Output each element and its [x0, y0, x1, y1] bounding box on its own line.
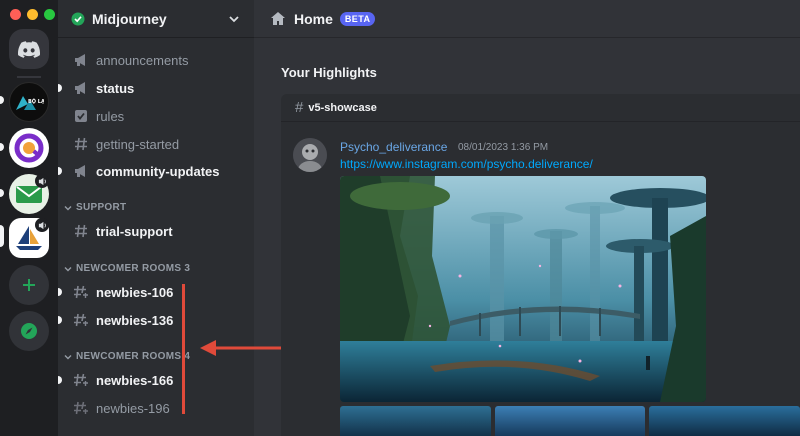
channel-label: announcements — [96, 52, 189, 68]
megaphone-icon — [72, 51, 90, 69]
unread-indicator — [58, 167, 62, 175]
category-newcomer-rooms-4[interactable]: NEWCOMER ROOMS 4 — [64, 351, 190, 362]
channel-announcements[interactable]: announcements — [66, 47, 248, 73]
close-window-button[interactable] — [10, 9, 21, 20]
annotation-arrow-icon — [200, 340, 286, 356]
compass-icon — [21, 323, 37, 339]
channel-label: trial-support — [96, 223, 173, 239]
bo-lac-logo-icon: BỘ LẠC — [16, 96, 44, 110]
megaphone-icon — [72, 79, 90, 97]
unread-indicator — [58, 288, 62, 296]
discord-logo-icon — [18, 40, 40, 58]
threads-hash-icon — [72, 283, 90, 301]
home-icon — [271, 12, 285, 25]
message-author[interactable]: Psycho_deliverance — [340, 140, 447, 154]
unread-pill — [0, 143, 4, 151]
channel-label: newbies-166 — [96, 372, 174, 388]
threads-hash-icon — [72, 399, 90, 417]
q-logo-icon — [14, 133, 44, 163]
channel-community-updates[interactable]: community-updates — [58, 158, 248, 184]
verified-badge-icon — [71, 12, 85, 25]
hash-icon — [72, 135, 90, 153]
channel-newbies-166[interactable]: newbies-166 — [58, 367, 248, 393]
unread-pill — [0, 96, 4, 104]
card-channel-header[interactable]: # v5-showcase — [281, 94, 800, 122]
plus-icon — [23, 279, 35, 291]
svg-text:BỘ LẠC: BỘ LẠC — [28, 98, 44, 105]
channel-label: newbies-136 — [96, 312, 174, 328]
hash-icon — [72, 222, 90, 240]
channel-newbies-136[interactable]: newbies-136 — [58, 307, 248, 333]
threads-hash-icon — [72, 371, 90, 389]
channel-newbies-106[interactable]: newbies-106 — [58, 279, 248, 305]
unread-indicator — [58, 84, 62, 92]
channel-label: newbies-106 — [96, 284, 174, 300]
chevron-down-icon — [229, 16, 239, 23]
top-bar: Home BETA — [254, 0, 800, 38]
window-controls — [10, 9, 55, 20]
message-link[interactable]: https://www.instagram.com/psycho.deliver… — [340, 157, 593, 171]
voice-speaker-icon — [35, 218, 49, 232]
page-title: Home — [294, 10, 333, 27]
chevron-down-icon — [64, 266, 72, 271]
category-newcomer-rooms-3[interactable]: NEWCOMER ROOMS 3 — [64, 263, 190, 274]
explore-servers-button[interactable] — [9, 311, 49, 351]
server-icon-bo-lac[interactable]: BỘ LẠC — [9, 82, 49, 122]
avatar[interactable] — [293, 138, 327, 172]
server-header[interactable]: Midjourney — [58, 0, 254, 38]
category-label: NEWCOMER ROOMS 3 — [76, 263, 191, 274]
megaphone-icon — [72, 162, 90, 180]
beta-badge: BETA — [339, 11, 376, 26]
chevron-down-icon — [64, 354, 72, 359]
server-icon-q[interactable] — [9, 128, 49, 168]
thumbnail-image[interactable] — [649, 406, 800, 436]
channel-label: getting-started — [96, 136, 180, 152]
thumbnail-image[interactable] — [340, 406, 491, 436]
zoom-window-button[interactable] — [44, 9, 55, 20]
section-title: Your Highlights — [281, 65, 377, 80]
channel-label: rules — [96, 108, 125, 124]
channel-label: newbies-196 — [96, 400, 170, 416]
minimize-window-button[interactable] — [27, 9, 38, 20]
unread-indicator — [58, 376, 62, 384]
channel-trial-support[interactable]: trial-support — [66, 218, 248, 244]
selected-pill — [0, 225, 4, 247]
channel-sidebar: Midjourney INFO announcements status rul… — [58, 0, 254, 436]
server-name: Midjourney — [92, 10, 167, 27]
channel-newbies-196[interactable]: newbies-196 — [66, 395, 248, 421]
channel-label: status — [96, 80, 135, 96]
add-server-button[interactable] — [9, 265, 49, 305]
hash-icon: # — [295, 99, 304, 116]
threads-hash-icon — [72, 311, 90, 329]
server-rail: BỘ LẠC — [0, 0, 58, 436]
category-label: SUPPORT — [76, 202, 127, 213]
rail-separator — [17, 76, 41, 78]
channel-getting-started[interactable]: getting-started — [66, 131, 248, 157]
highlight-card: # v5-showcase Psycho_deliverance 08/01/2… — [281, 94, 800, 436]
thumbnail-image[interactable] — [494, 406, 646, 436]
channel-label: community-updates — [96, 163, 220, 179]
unread-pill — [0, 189, 4, 197]
voice-speaker-icon — [35, 174, 49, 188]
attachment-image[interactable] — [340, 176, 706, 402]
channel-rules[interactable]: rules — [66, 103, 248, 129]
attachment-thumbnails — [340, 406, 800, 436]
discord-home-button[interactable] — [9, 29, 49, 69]
category-support[interactable]: SUPPORT — [64, 202, 126, 213]
annotation-bracket-line — [182, 284, 185, 414]
card-channel-name: v5-showcase — [308, 101, 377, 114]
chevron-down-icon — [64, 205, 72, 210]
checkbox-icon — [72, 107, 90, 125]
channel-status[interactable]: status — [58, 75, 248, 101]
message-timestamp: 08/01/2023 1:36 PM — [458, 142, 549, 153]
category-label: NEWCOMER ROOMS 4 — [76, 351, 191, 362]
unread-indicator — [58, 316, 62, 324]
